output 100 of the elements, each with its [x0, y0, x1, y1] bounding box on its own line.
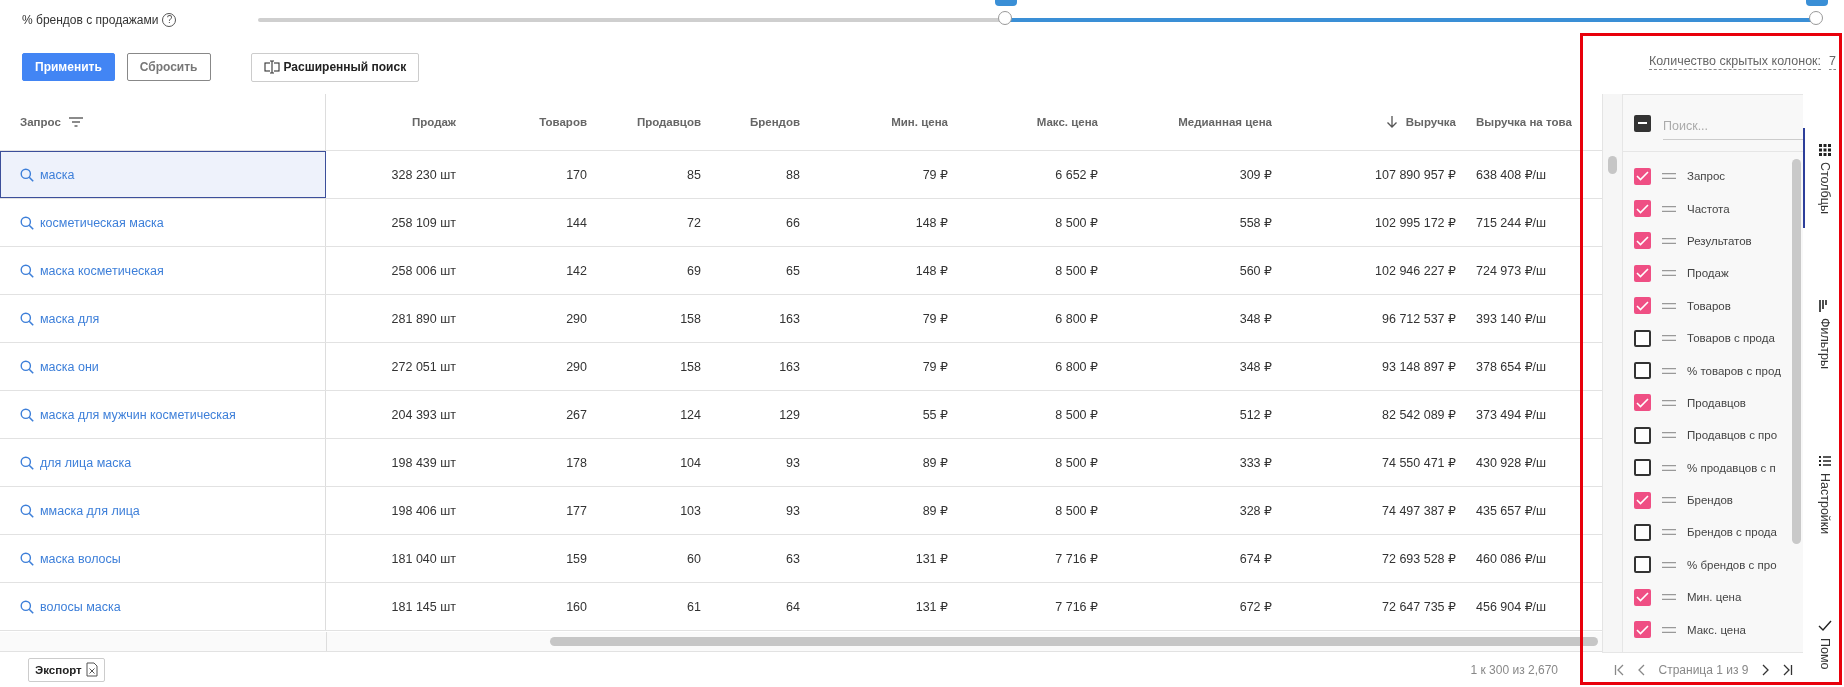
side-tab[interactable]: Настройки [1803, 438, 1844, 549]
query-link[interactable]: косметическая маска [40, 215, 164, 230]
query-cell[interactable]: для лица маска [0, 439, 326, 486]
query-cell[interactable]: маска [0, 151, 326, 198]
checkbox[interactable] [1634, 297, 1651, 315]
side-tab[interactable]: Фильтры [1803, 283, 1844, 383]
checkbox[interactable] [1634, 621, 1651, 639]
column-header[interactable]: Товаров [456, 94, 587, 150]
query-link[interactable]: маска для мужчин косметическая [40, 407, 236, 422]
column-header[interactable]: Продаж [326, 94, 456, 150]
query-cell[interactable]: маска для мужчин косметическая [0, 391, 326, 438]
column-label: Брендов с прода [1687, 526, 1777, 539]
search-field[interactable]: Поиск... [1663, 112, 1803, 140]
drag-handle-icon[interactable] [1662, 399, 1676, 406]
side-tab[interactable]: Помо [1803, 604, 1844, 684]
table-cell-text: 328 ₽ [1238, 503, 1272, 520]
slider-thumb[interactable] [1809, 11, 1823, 25]
column-header[interactable]: Макс. цена [948, 94, 1098, 150]
checkbox[interactable] [1634, 556, 1651, 574]
column-header[interactable]: Выручка [1272, 94, 1456, 150]
table-cell-text: 558 ₽ [1238, 215, 1272, 232]
checkbox[interactable] [1634, 491, 1651, 509]
column-label: Брендов [1687, 494, 1733, 507]
checkbox[interactable] [1634, 232, 1651, 250]
column-header[interactable]: Выручка на това [1456, 94, 1602, 150]
table-cell-text: 7 716 ₽ [1054, 551, 1098, 568]
column-header[interactable]: Мин. цена [800, 94, 948, 150]
table-cell-text: 61 [686, 598, 701, 616]
table-cell-text: 163 [778, 310, 800, 328]
column-header[interactable]: Медианная цена [1098, 94, 1272, 150]
table-cell-text: 142 [565, 262, 587, 280]
query-link[interactable]: маска косметическая [40, 263, 164, 278]
checkmark-icon [1817, 620, 1832, 633]
column-header[interactable]: Продавцов [587, 94, 701, 150]
slider-label: % брендов с продажами [22, 13, 159, 27]
drag-handle-icon[interactable] [1662, 237, 1676, 244]
drag-handle-icon[interactable] [1662, 529, 1676, 536]
checkbox[interactable] [1634, 394, 1651, 412]
query-cell[interactable]: маска волосы [0, 535, 326, 582]
drag-handle-icon[interactable] [1662, 561, 1676, 568]
query-cell[interactable]: маска они [0, 343, 326, 390]
first-page-icon[interactable] [1614, 664, 1626, 676]
slider-thumb[interactable] [998, 11, 1013, 25]
side-tab[interactable]: Столбцы [1803, 128, 1844, 228]
query-cell[interactable]: маска для [0, 295, 326, 342]
column-header[interactable]: Брендов [701, 94, 800, 150]
hidden-columns-link[interactable]: Количество скрытых колонок: 7 [1648, 54, 1836, 70]
table-cell-text: 204 393 шт [390, 406, 456, 424]
scrollbar-thumb[interactable] [550, 637, 1598, 646]
drag-handle-icon[interactable] [1662, 173, 1676, 180]
table-cell-text: 8 500 ₽ [1054, 503, 1098, 520]
query-cell[interactable]: волосы маска [0, 583, 326, 630]
query-link[interactable]: маска для [40, 311, 100, 326]
drag-handle-icon[interactable] [1662, 432, 1676, 439]
select-all-checkbox[interactable] [1634, 114, 1651, 132]
query-link[interactable]: для лица маска [40, 455, 132, 470]
drag-handle-icon[interactable] [1662, 497, 1676, 504]
query-link[interactable]: волосы маска [40, 599, 121, 614]
checkbox[interactable] [1634, 200, 1651, 218]
checkbox[interactable] [1634, 167, 1651, 185]
checkbox[interactable] [1634, 426, 1651, 444]
scrollbar-thumb[interactable] [1792, 159, 1801, 544]
column-header[interactable]: Запрос [0, 94, 326, 150]
checkbox[interactable] [1634, 459, 1651, 477]
search-icon [20, 167, 34, 182]
drag-handle-icon[interactable] [1662, 367, 1676, 374]
query-cell[interactable]: ммаска для лица [0, 487, 326, 534]
scrollbar-thumb[interactable] [1608, 156, 1617, 174]
drag-handle-icon[interactable] [1662, 335, 1676, 342]
table-cell-text: 6 652 ₽ [1054, 167, 1098, 184]
checkbox[interactable] [1634, 329, 1651, 347]
apply-button[interactable]: Применить [22, 53, 115, 81]
checkbox[interactable] [1634, 588, 1651, 606]
drag-handle-icon[interactable] [1662, 302, 1676, 309]
query-link[interactable]: маска они [40, 359, 99, 374]
checkbox[interactable] [1634, 362, 1651, 380]
table-cell-text: 435 657 ₽/ш [1475, 503, 1548, 520]
table-cell-text: 181 145 шт [390, 598, 456, 616]
reset-button[interactable]: Сбросить [126, 53, 211, 81]
value-tooltip [995, 0, 1018, 6]
search-icon [20, 503, 34, 518]
table-cell-text: 93 [785, 502, 800, 520]
query-cell[interactable]: маска косметическая [0, 247, 326, 294]
drag-handle-icon[interactable] [1662, 626, 1676, 633]
drag-handle-icon[interactable] [1662, 594, 1676, 601]
export-button[interactable]: Экспорт [28, 657, 105, 682]
query-link[interactable]: ммаска для лица [40, 503, 140, 518]
drag-handle-icon[interactable] [1662, 205, 1676, 212]
text-cursor-icon [263, 60, 280, 74]
advanced-search-button[interactable]: Расширенный поиск [250, 52, 420, 82]
checkbox[interactable] [1634, 524, 1651, 541]
query-link[interactable]: маска [40, 167, 75, 182]
table-cell-text: 281 890 шт [390, 310, 456, 328]
filter-icon[interactable] [68, 117, 83, 127]
drag-handle-icon[interactable] [1662, 464, 1676, 471]
checkbox[interactable] [1634, 264, 1651, 282]
query-cell[interactable]: косметическая маска [0, 199, 326, 246]
table-cell-text: 333 ₽ [1238, 455, 1272, 472]
drag-handle-icon[interactable] [1662, 270, 1676, 277]
query-link[interactable]: маска волосы [40, 551, 121, 566]
